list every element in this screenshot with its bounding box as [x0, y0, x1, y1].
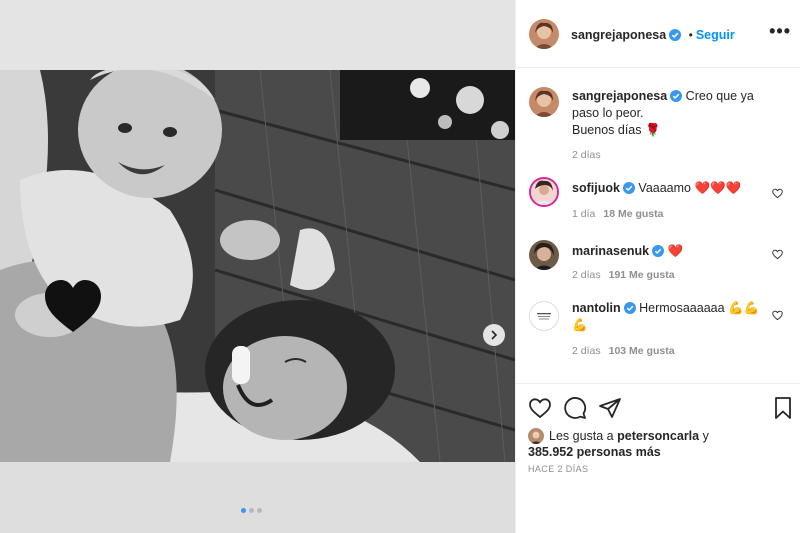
comment-body: Vaaaamo ❤️❤️❤️	[638, 181, 742, 195]
comment-time: 2 días	[572, 269, 601, 281]
share-icon[interactable]	[598, 396, 622, 420]
comment-meta: 1 día 18 Me gusta	[572, 208, 663, 220]
instagram-post-view: sangrejaponesa • Seguir ••• sangrejapones…	[0, 0, 800, 533]
media-area	[0, 0, 515, 533]
liker-avatar[interactable]	[528, 428, 544, 444]
comment-text: nantolin Hermosaaaaaa 💪💪💪	[572, 300, 772, 334]
comment-like-icon[interactable]	[772, 310, 783, 321]
post-photo[interactable]	[0, 70, 515, 462]
carousel-dots	[241, 508, 262, 513]
carousel-dot-active	[241, 508, 246, 513]
likes-user[interactable]: petersoncarla	[617, 429, 699, 443]
follow-button[interactable]: Seguir	[696, 28, 735, 42]
post-side-panel: sangrejaponesa • Seguir ••• sangrejapones…	[515, 0, 800, 533]
media-background-top	[0, 0, 515, 70]
more-icon: •••	[769, 21, 791, 41]
author-avatar[interactable]	[529, 19, 559, 49]
likes-count[interactable]: 385.952 personas más	[528, 445, 661, 459]
likes-summary: Les gusta a petersoncarla y 385.952 pers…	[528, 428, 728, 460]
likes-connector: y	[702, 429, 709, 443]
post-actions: Les gusta a petersoncarla y 385.952 pers…	[516, 383, 800, 533]
author-avatar-small[interactable]	[529, 87, 559, 117]
comment-meta: 2 días 191 Me gusta	[572, 269, 675, 281]
post-time-ago[interactable]: HACE 2 DÍAS	[528, 464, 588, 474]
comment-likes[interactable]: 18 Me gusta	[603, 208, 663, 220]
verified-icon	[623, 302, 636, 314]
like-icon[interactable]	[528, 396, 552, 420]
author-username[interactable]: sangrejaponesa	[571, 28, 666, 42]
comment-username[interactable]: nantolin	[572, 301, 621, 315]
comment-body: ❤️	[667, 244, 684, 258]
verified-icon	[652, 245, 665, 257]
comment-username[interactable]: sofijuok	[572, 181, 620, 195]
comment-avatar[interactable]	[529, 177, 559, 207]
separator-dot: •	[688, 28, 693, 42]
save-icon[interactable]	[771, 396, 795, 420]
comment-likes[interactable]: 103 Me gusta	[609, 345, 675, 357]
caption-username[interactable]: sangrejaponesa	[572, 89, 667, 103]
comment-likes[interactable]: 191 Me gusta	[609, 269, 675, 281]
comment-avatar[interactable]	[529, 240, 559, 270]
comment-icon[interactable]	[563, 396, 587, 420]
comments-list: sangrejaponesa Creo que ya paso lo peor.…	[516, 68, 800, 383]
photo-image	[0, 70, 515, 462]
comment-avatar[interactable]	[529, 301, 559, 331]
caption-text: sangrejaponesa Creo que ya paso lo peor.…	[572, 88, 772, 139]
comment-like-icon[interactable]	[772, 249, 783, 260]
more-options-button[interactable]: •••	[769, 22, 791, 40]
comment-text: marinasenuk ❤️	[572, 243, 772, 260]
comment-text: sofijuok Vaaaamo ❤️❤️❤️	[572, 180, 772, 197]
next-arrow-icon	[491, 330, 498, 340]
verified-icon	[670, 90, 683, 102]
carousel-dot	[257, 508, 262, 513]
verified-icon	[669, 29, 682, 41]
caption-line2: Buenos días 🌹	[572, 123, 661, 137]
media-background-bottom	[0, 462, 515, 533]
likes-prefix: Les gusta a	[549, 429, 614, 443]
comment-time: 2 días	[572, 345, 601, 357]
comment-time: 1 día	[572, 208, 596, 220]
comment-meta: 2 días 103 Me gusta	[572, 345, 675, 357]
carousel-dot	[249, 508, 254, 513]
verified-icon	[622, 182, 635, 194]
post-header: sangrejaponesa • Seguir •••	[516, 0, 800, 68]
comment-like-icon[interactable]	[772, 188, 783, 199]
comment-username[interactable]: marinasenuk	[572, 244, 649, 258]
caption-time: 2 días	[572, 149, 601, 161]
next-photo-button[interactable]	[483, 324, 505, 346]
